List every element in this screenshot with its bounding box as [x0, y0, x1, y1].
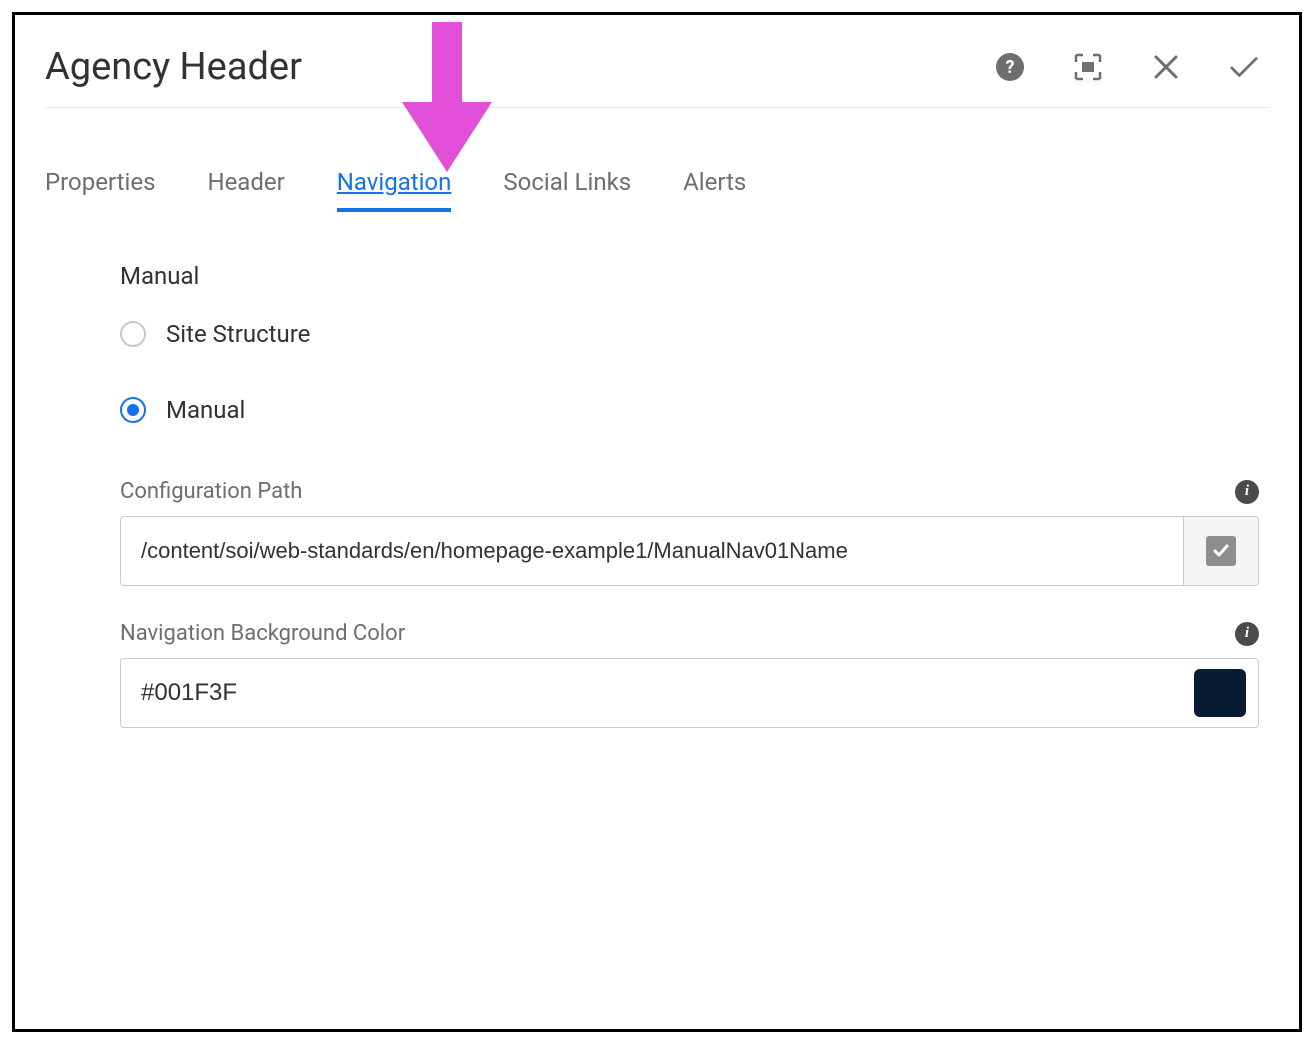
tab-alerts[interactable]: Alerts [683, 168, 746, 212]
field-label-row: Navigation Background Color i [120, 621, 1259, 646]
field-label: Configuration Path [120, 479, 302, 504]
section-label-manual: Manual [120, 262, 1259, 290]
fullscreen-icon [1074, 53, 1102, 81]
field-bg-color: Navigation Background Color i [120, 621, 1259, 728]
close-button[interactable] [1151, 52, 1181, 82]
dialog-container: Agency Header ? [12, 12, 1302, 1032]
check-square-icon [1206, 536, 1236, 566]
radio-group-navtype: Site Structure Manual [120, 320, 1259, 424]
tab-social-links[interactable]: Social Links [503, 168, 631, 212]
config-path-input-row [120, 516, 1259, 586]
radio-manual[interactable]: Manual [120, 396, 1259, 424]
confirm-button[interactable] [1229, 52, 1259, 82]
radio-circle-icon [120, 321, 146, 347]
path-picker-button[interactable] [1183, 517, 1258, 585]
config-path-input[interactable] [121, 517, 1183, 585]
info-icon[interactable]: i [1235, 622, 1259, 646]
help-icon: ? [996, 53, 1024, 81]
tabs-row: Properties Header Navigation Social Link… [45, 168, 1269, 212]
close-icon [1153, 54, 1179, 80]
radio-label: Site Structure [166, 320, 310, 348]
dialog-header: Agency Header ? [45, 45, 1269, 108]
tab-properties[interactable]: Properties [45, 168, 155, 212]
bg-color-input-row [120, 658, 1259, 728]
help-button[interactable]: ? [995, 52, 1025, 82]
dialog-title: Agency Header [45, 45, 302, 89]
bg-color-input[interactable] [141, 679, 1194, 707]
fullscreen-button[interactable] [1073, 52, 1103, 82]
field-label-row: Configuration Path i [120, 479, 1259, 504]
radio-dot-icon [127, 404, 139, 416]
field-label: Navigation Background Color [120, 621, 405, 646]
tab-content: Manual Site Structure Manual Configurati… [45, 262, 1269, 728]
info-icon[interactable]: i [1235, 480, 1259, 504]
radio-label: Manual [166, 396, 245, 424]
field-configuration-path: Configuration Path i [120, 479, 1259, 586]
header-actions: ? [995, 52, 1269, 82]
tab-navigation[interactable]: Navigation [337, 168, 452, 212]
radio-circle-selected-icon [120, 397, 146, 423]
radio-site-structure[interactable]: Site Structure [120, 320, 1259, 348]
tab-header[interactable]: Header [207, 168, 284, 212]
color-swatch[interactable] [1194, 669, 1246, 717]
check-icon [1229, 54, 1259, 80]
